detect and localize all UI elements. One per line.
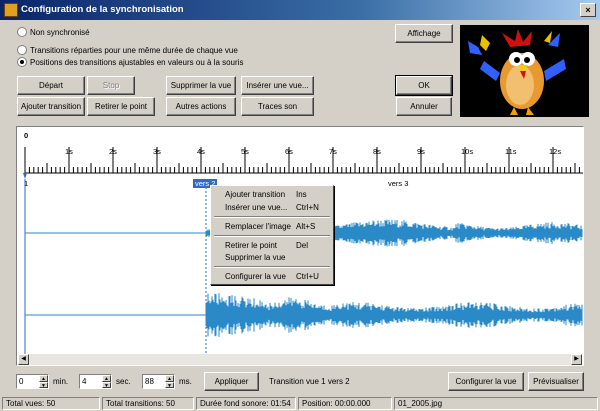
seconds-value: 4 [82,377,87,386]
ruler-tick-label: 4s [197,147,205,156]
milliseconds-input[interactable]: 88 ▲ ▼ [142,374,175,389]
ruler-tick-label: 8s [373,147,381,156]
minutes-input[interactable]: 0 ▲ ▼ [16,374,49,389]
ruler-tick-label: 1s [65,147,73,156]
status-total-transitions: Total transitions: 50 [102,397,194,410]
marker-vers3-label[interactable]: vers 3 [386,179,410,188]
affichage-button[interactable]: Affichage [395,24,453,43]
appliquer-button[interactable]: Appliquer [204,372,259,391]
menu-item-retirer-point[interactable]: Retirer le point [225,241,277,250]
radio-circle-selected[interactable] [17,57,27,67]
timeline-scrollbar[interactable]: ◀ ▶ [18,354,582,365]
status-bar: Total vues: 50 Total transitions: 50 Dur… [0,396,600,411]
app-icon [4,3,18,17]
ruler-tick-label: 9s [417,147,425,156]
configurer-vue-button[interactable]: Configurer la vue [448,372,524,391]
ruler-tick-label: 2s [109,147,117,156]
depart-button[interactable]: Départ [17,76,85,95]
scroll-left-icon[interactable]: ◀ [18,354,29,365]
status-total-vues: Total vues: 50 [2,397,100,410]
ruler-tick-label: 7s [329,147,337,156]
minutes-value: 0 [19,377,24,386]
radio-positions-ajustables[interactable]: Positions des transitions ajustables en … [17,57,243,67]
supprimer-vue-button[interactable]: Supprimer la vue [166,76,236,95]
radio-circle[interactable] [17,27,27,37]
previsualiser-button[interactable]: Prévisualiser [528,372,584,391]
ruler-origin-label: 0 [24,131,29,140]
annuler-button[interactable]: Annuler [396,97,452,116]
scroll-right-icon[interactable]: ▶ [571,354,582,365]
seconds-input[interactable]: 4 ▲ ▼ [79,374,112,389]
title-bar[interactable]: Configuration de la synchronisation × [0,0,600,20]
autres-actions-button[interactable]: Autres actions [166,97,236,116]
spin-down-icon[interactable]: ▼ [102,381,111,388]
menu-shortcut: Del [296,241,309,250]
window-title: Configuration de la synchronisation [21,4,184,15]
rooster-illustration [460,25,589,117]
waveform-right-channel [205,293,583,337]
ok-button[interactable]: OK [395,75,453,96]
ruler-tick-label: 6s [285,147,293,156]
radio-circle[interactable] [17,45,27,55]
inserer-vue-button[interactable]: Insérer une vue... [241,76,314,95]
ajouter-transition-button[interactable]: Ajouter transition [17,97,85,116]
menu-separator [214,235,330,237]
milliseconds-unit-label: ms. [179,377,192,386]
spin-down-icon[interactable]: ▼ [165,381,174,388]
menu-item-supprimer-vue[interactable]: Supprimer la vue [225,253,285,262]
ruler-tick-label: 3s [153,147,161,156]
view-preview-image [460,25,589,117]
transition-info: Transition vue 1 vers 2 [269,377,350,386]
retirer-point-button[interactable]: Retirer le point [87,97,155,116]
marker-start-label[interactable]: 1 [22,179,30,188]
radio-label: Transitions réparties pour une même duré… [30,45,238,55]
stop-button[interactable]: Stop [87,76,135,95]
menu-item-remplacer-image[interactable]: Remplacer l'image [225,222,291,231]
menu-item-ajouter-transition[interactable]: Ajouter transition [225,190,285,199]
menu-item-inserer-vue[interactable]: Insérer une vue... [225,203,287,212]
menu-shortcut: Ctrl+U [296,272,319,281]
spin-down-icon[interactable]: ▼ [39,381,48,388]
radio-non-synchronise[interactable]: Non synchronisé [17,27,90,37]
menu-shortcut: Ins [296,190,307,199]
ruler-tick-label: 11s [505,147,517,156]
radio-transitions-reparties[interactable]: Transitions réparties pour une même duré… [17,45,238,55]
context-menu[interactable]: Ajouter transition Ins Insérer une vue..… [210,185,334,285]
menu-separator [214,216,330,218]
status-duree: Durée fond sonore: 01:54 [196,397,296,410]
radio-label: Non synchronisé [30,27,90,37]
milliseconds-value: 88 [145,377,154,386]
radio-label: Positions des transitions ajustables en … [30,57,244,67]
seconds-unit-label: sec. [116,377,131,386]
menu-shortcut: Alt+S [296,222,316,231]
menu-separator [214,266,330,268]
ruler-tick-label: 5s [241,147,249,156]
ruler-tick-label: 10s [461,147,474,156]
status-file: 01_2005.jpg [394,397,598,410]
minutes-unit-label: min. [53,377,69,386]
traces-son-button[interactable]: Traces son [241,97,314,116]
menu-shortcut: Ctrl+N [296,203,319,212]
close-button[interactable]: × [580,3,596,17]
menu-item-configurer-vue[interactable]: Configurer la vue [225,272,286,281]
status-position: Position: 00:00.000 [298,397,392,410]
ruler-tick-label: 12s [549,147,562,156]
